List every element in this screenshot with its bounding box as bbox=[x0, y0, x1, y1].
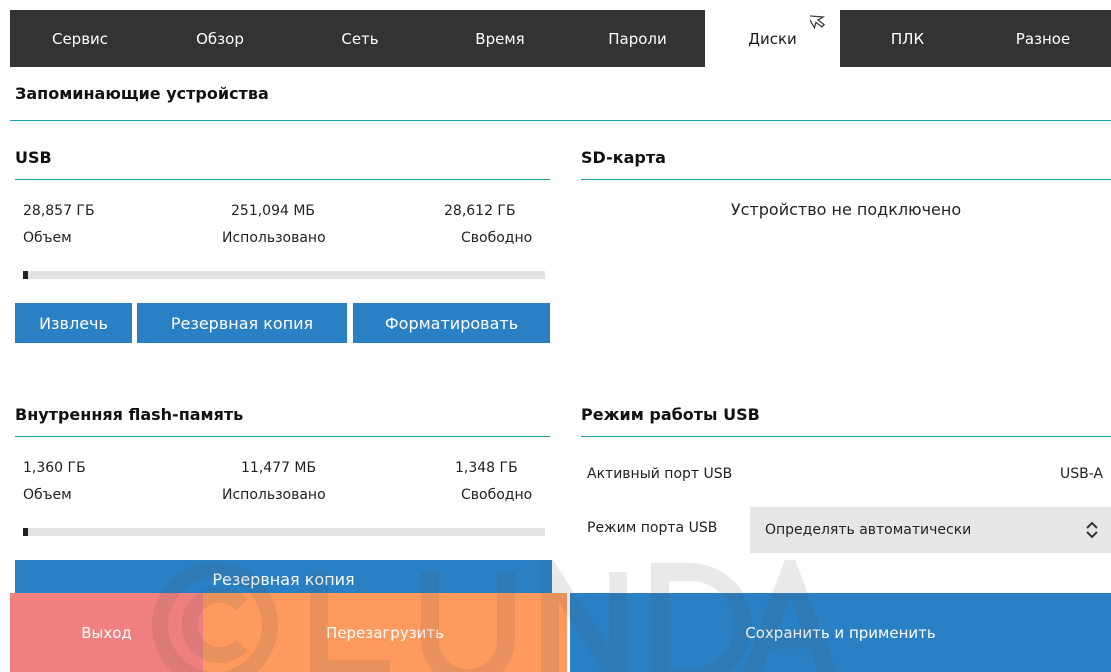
tab-network[interactable]: Сеть bbox=[290, 10, 430, 67]
tab-plc[interactable]: ПЛК bbox=[840, 10, 975, 67]
divider bbox=[10, 120, 1111, 121]
flash-used-value: 11,477 МБ bbox=[241, 460, 317, 476]
divider bbox=[581, 179, 1111, 180]
flash-free-label: Свободно bbox=[461, 487, 533, 503]
page-title: Запоминающие устройства bbox=[15, 84, 269, 103]
tab-time[interactable]: Время bbox=[430, 10, 570, 67]
reboot-button[interactable]: Перезагрузить bbox=[203, 593, 567, 672]
usb-used-label: Использовано bbox=[222, 230, 326, 246]
tab-overview[interactable]: Обзор bbox=[150, 10, 290, 67]
tab-service[interactable]: Сервис bbox=[10, 10, 150, 67]
usb-total-label: Объем bbox=[23, 230, 72, 246]
tab-passwords[interactable]: Пароли bbox=[570, 10, 705, 67]
port-mode-select[interactable]: Определять автоматически bbox=[750, 507, 1111, 553]
sd-section-title: SD-карта bbox=[581, 148, 666, 167]
save-apply-button[interactable]: Сохранить и применить bbox=[570, 593, 1111, 672]
flash-free-value: 1,348 ГБ bbox=[455, 460, 518, 476]
usb-free-value: 28,612 ГБ bbox=[444, 203, 516, 219]
flash-usage-bar bbox=[23, 528, 545, 536]
app-window: Сервис Обзор Сеть Время Пароли Диски ПЛК… bbox=[10, 10, 1111, 672]
tab-misc[interactable]: Разное bbox=[975, 10, 1111, 67]
flash-usage-bar-fill bbox=[23, 528, 29, 536]
usb-backup-button[interactable]: Резервная копия bbox=[137, 303, 347, 343]
sd-status: Устройство не подключено bbox=[730, 200, 962, 219]
usb-mode-section-title: Режим работы USB bbox=[581, 405, 760, 424]
exit-button[interactable]: Выход bbox=[10, 593, 203, 672]
port-mode-label: Режим порта USB bbox=[587, 520, 718, 536]
usb-used-value: 251,094 МБ bbox=[231, 203, 316, 219]
usb-section-title: USB bbox=[15, 148, 52, 167]
usb-total-value: 28,857 ГБ bbox=[23, 203, 95, 219]
flash-used-label: Использовано bbox=[222, 487, 326, 503]
divider bbox=[15, 179, 550, 180]
usb-usage-bar bbox=[23, 271, 545, 279]
flash-section-title: Внутренняя flash-память bbox=[15, 405, 244, 424]
up-down-chevron-icon bbox=[1086, 521, 1098, 539]
usb-eject-button[interactable]: Извлечь bbox=[15, 303, 132, 343]
divider bbox=[15, 436, 550, 437]
flash-total-label: Объем bbox=[23, 487, 72, 503]
divider bbox=[581, 436, 1111, 437]
usb-free-label: Свободно bbox=[461, 230, 533, 246]
tab-bar: Сервис Обзор Сеть Время Пароли Диски ПЛК… bbox=[10, 10, 1111, 67]
usb-format-button[interactable]: Форматировать bbox=[353, 303, 550, 343]
active-port-value: USB-A bbox=[1060, 466, 1104, 482]
usb-usage-bar-fill bbox=[23, 271, 29, 279]
active-port-label: Активный порт USB bbox=[587, 466, 733, 482]
flash-total-value: 1,360 ГБ bbox=[23, 460, 86, 476]
mouse-pointer-icon bbox=[810, 15, 826, 30]
port-mode-select-value: Определять автоматически bbox=[765, 522, 972, 538]
